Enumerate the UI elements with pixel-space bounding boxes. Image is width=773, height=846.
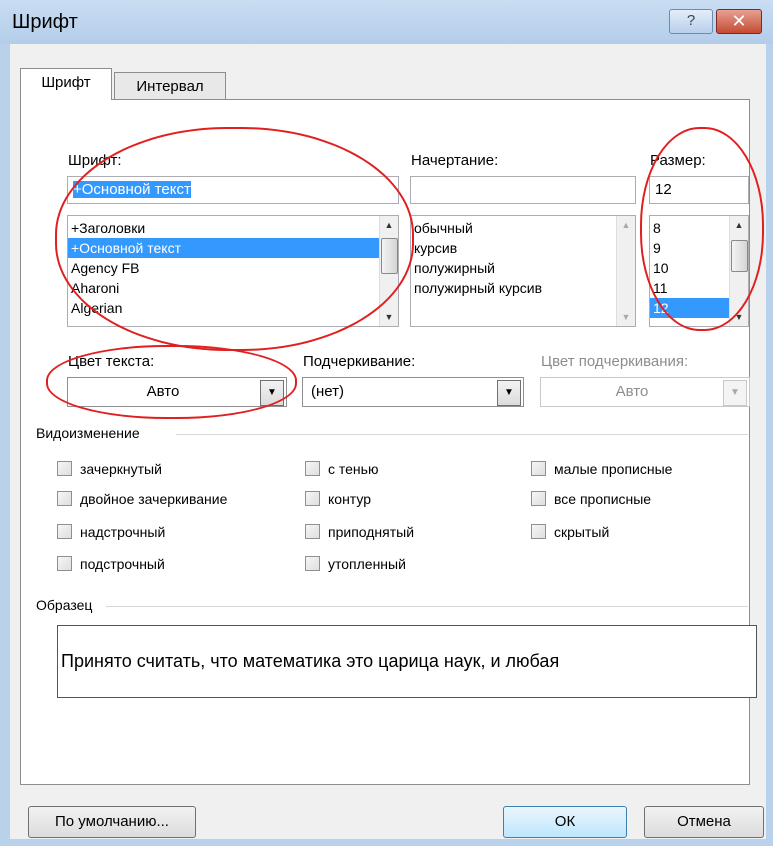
scroll-down-icon[interactable]: ▼ — [380, 308, 398, 326]
style-list-scrollbar[interactable]: ▲ ▼ — [616, 216, 635, 326]
chevron-down-icon[interactable]: ▼ — [723, 380, 747, 406]
effects-label: Видоизменение — [36, 425, 140, 441]
scroll-thumb[interactable] — [731, 240, 748, 272]
font-listbox[interactable]: +Заголовки +Основной текст Agency FB Aha… — [67, 215, 399, 327]
font-input-value: +Основной текст — [73, 181, 191, 198]
font-list-item[interactable]: Aharoni — [68, 278, 380, 298]
small-caps-checkbox[interactable]: малые прописные — [531, 460, 672, 480]
effects-divider — [176, 434, 748, 435]
strikethrough-checkbox[interactable]: зачеркнутый — [57, 460, 162, 480]
font-input[interactable]: +Основной текст — [67, 176, 399, 204]
preview-box: Принято считать, что математика это цари… — [57, 625, 757, 698]
checkbox-label: малые прописные — [554, 461, 673, 477]
window-title: Шрифт — [12, 11, 78, 33]
underline-label: Подчеркивание: — [303, 353, 416, 370]
style-listbox[interactable]: обычный курсив полужирный полужирный кур… — [410, 215, 636, 327]
style-label: Начертание: — [411, 152, 499, 169]
text-color-value: Авто — [146, 383, 180, 400]
scroll-up-icon[interactable]: ▲ — [380, 216, 398, 234]
style-list-item[interactable]: обычный — [411, 218, 617, 238]
scroll-up-icon[interactable]: ▲ — [730, 216, 748, 234]
checkbox-label: надстрочный — [80, 524, 166, 540]
all-caps-checkbox[interactable]: все прописные — [531, 490, 651, 510]
subscript-checkbox[interactable]: подстрочный — [57, 555, 165, 575]
checkbox-label: утопленный — [328, 556, 406, 572]
font-list-item[interactable]: +Заголовки — [68, 218, 380, 238]
set-default-button[interactable]: По умолчанию... — [28, 806, 196, 838]
checkbox-label: все прописные — [554, 491, 652, 507]
emboss-checkbox[interactable]: приподнятый — [305, 523, 414, 543]
cancel-button[interactable]: Отмена — [644, 806, 764, 838]
close-button[interactable]: ✕ — [716, 9, 762, 34]
font-label: Шрифт: — [68, 152, 122, 169]
checkbox-label: контур — [328, 491, 371, 507]
double-strikethrough-checkbox[interactable]: двойное зачеркивание — [57, 490, 227, 510]
checkbox-label: с тенью — [328, 461, 379, 477]
size-label: Размер: — [650, 152, 706, 169]
outline-checkbox[interactable]: контур — [305, 490, 371, 510]
shadow-checkbox[interactable]: с тенью — [305, 460, 378, 480]
preview-divider — [106, 606, 748, 607]
engrave-checkbox[interactable]: утопленный — [305, 555, 406, 575]
font-list-item[interactable]: +Основной текст — [68, 238, 380, 258]
scroll-down-icon[interactable]: ▼ — [617, 308, 635, 326]
tab-font[interactable]: Шрифт — [20, 68, 112, 100]
scroll-up-icon[interactable]: ▲ — [617, 216, 635, 234]
underline-select[interactable]: (нет) ▼ — [302, 377, 524, 407]
underline-color-label: Цвет подчеркивания: — [541, 353, 689, 370]
checkbox-label: подстрочный — [80, 556, 165, 572]
size-list-item[interactable]: 12 — [650, 298, 730, 318]
size-list-item[interactable]: 8 — [650, 218, 730, 238]
hidden-checkbox[interactable]: скрытый — [531, 523, 609, 543]
text-color-label: Цвет текста: — [68, 353, 155, 370]
size-listbox[interactable]: 8 9 10 11 12 ▲ ▼ — [649, 215, 749, 327]
size-list-item[interactable]: 9 — [650, 238, 730, 258]
tab-spacing[interactable]: Интервал — [114, 72, 226, 102]
text-color-select[interactable]: Авто ▼ — [67, 377, 287, 407]
size-list-scrollbar[interactable]: ▲ ▼ — [729, 216, 748, 326]
font-list-scrollbar[interactable]: ▲ ▼ — [379, 216, 398, 326]
title-bar: Шрифт ? ✕ — [0, 0, 773, 44]
superscript-checkbox[interactable]: надстрочный — [57, 523, 165, 543]
font-list-item[interactable]: Algerian — [68, 298, 380, 318]
underline-color-select[interactable]: Авто ▼ — [540, 377, 750, 407]
size-input[interactable]: 12 — [649, 176, 749, 204]
style-list-item[interactable]: полужирный — [411, 258, 617, 278]
size-list-item[interactable]: 11 — [650, 278, 730, 298]
checkbox-label: двойное зачеркивание — [80, 491, 228, 507]
ok-button[interactable]: ОК — [503, 806, 627, 838]
chevron-down-icon[interactable]: ▼ — [497, 380, 521, 406]
style-list-item[interactable]: курсив — [411, 238, 617, 258]
help-button[interactable]: ? — [669, 9, 713, 34]
checkbox-label: приподнятый — [328, 524, 415, 540]
underline-color-value: Авто — [615, 383, 649, 400]
font-list-item[interactable]: Agency FB — [68, 258, 380, 278]
style-list-item[interactable]: полужирный курсив — [411, 278, 617, 298]
style-input[interactable] — [410, 176, 636, 204]
scroll-down-icon[interactable]: ▼ — [730, 308, 748, 326]
checkbox-label: скрытый — [554, 524, 610, 540]
underline-value: (нет) — [311, 383, 344, 400]
preview-label: Образец — [36, 597, 93, 613]
size-list-item[interactable]: 10 — [650, 258, 730, 278]
scroll-thumb[interactable] — [381, 238, 398, 274]
checkbox-label: зачеркнутый — [80, 461, 162, 477]
preview-text: Принято считать, что математика это цари… — [61, 651, 560, 671]
chevron-down-icon[interactable]: ▼ — [260, 380, 284, 406]
